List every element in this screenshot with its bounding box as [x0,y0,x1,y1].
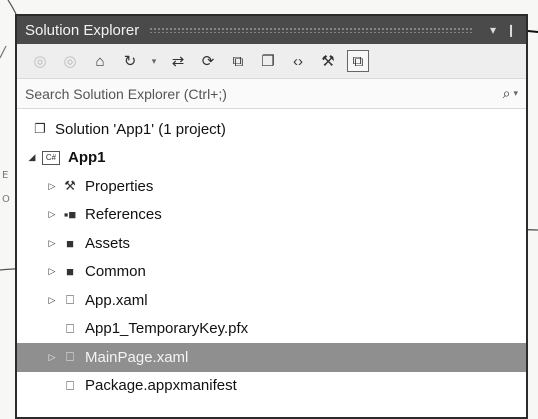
tree-item[interactable]: ⎕ App1_TemporaryKey.pfx [17,315,526,344]
tree-item[interactable]: ▷ ▪■ References [17,201,526,230]
left-top-curve [7,0,17,15]
expand-arrow-icon[interactable]: ▷ [45,181,59,192]
expand-arrow-icon[interactable]: ▷ [45,266,59,277]
search-options-chevron-icon[interactable]: ▾ [513,88,518,99]
item-type-icon: ⚒ [64,178,76,194]
sync-icon[interactable]: ↻ [119,50,141,72]
item-type-icon: ■ [66,264,74,280]
item-type-icon: ▪■ [63,207,77,223]
preview-icon[interactable]: ⧉ [347,50,369,72]
tree-item-label: Properties [85,177,154,195]
item-type-icon: ❐ [34,121,46,137]
tree-item[interactable]: ◢ C# App1 [17,144,526,173]
forward-icon[interactable]: ◎ [59,50,81,72]
expand-arrow-icon[interactable]: ▷ [45,295,59,306]
item-type-icon: ⎕ [66,377,74,393]
tree-item[interactable]: ▷ ■ Assets [17,229,526,258]
search-icon[interactable]: ⌕ [503,85,511,102]
item-type-icon: C# [42,150,60,165]
expand-arrow-icon[interactable]: ▷ [45,238,59,249]
tree-item-label: App.xaml [85,291,148,309]
item-type-icon: ⎕ [66,349,74,365]
item-type-icon: ⎕ [66,320,74,336]
view-code-icon[interactable]: ‹› [287,50,309,72]
tree-item-label: Assets [85,234,131,252]
expand-arrow-icon[interactable]: ▷ [45,352,59,363]
title-bar[interactable]: Solution Explorer ▾ ❙ [17,16,526,44]
solution-tree: ❐ Solution 'App1' (1 project) ◢ C# App1 ▷ ⚒ Pro… [17,109,526,400]
expand-arrow-icon[interactable]: ◢ [25,152,39,163]
tree-item-label: App1 [68,149,106,167]
back-icon[interactable]: ◎ [29,50,51,72]
tree-item-label: Solution 'App1' (1 project) [55,120,226,138]
tree-item-label: MainPage.xaml [85,348,189,366]
pending-changes-icon[interactable]: ⇄ [167,50,189,72]
window-options-icon[interactable]: ▾ [484,23,502,37]
tree-item[interactable]: ▷ ⚒ Properties [17,172,526,201]
refresh-icon[interactable]: ⟳ [197,50,219,72]
toolbar: ◎ ◎ ⌂ ↻ ▾ ⇄ ⟳ ⧉ ❐ ‹› ⚒ ⧉ [17,44,526,79]
search-input[interactable] [25,85,503,102]
solution-explorer-window: Solution Explorer ▾ ❙ ◎◎⌂↻▾⇄⟳⧉❐‹›⚒⧉ ⌕ ▾ … [15,14,528,419]
tree-item-label: Common [85,263,146,281]
collapse-all-icon[interactable]: ⧉ [227,50,249,72]
search-bar: ⌕ ▾ [17,79,526,109]
tree-item-label: Package.appxmanifest [85,377,237,395]
tree-item-label: App1_TemporaryKey.pfx [85,320,249,338]
item-type-icon: ■ [66,235,74,251]
pushpin-icon[interactable]: ❙ [502,23,520,37]
title-grip [149,27,474,33]
show-all-files-icon[interactable]: ❐ [257,50,279,72]
margin-annotation-text: O [2,194,10,205]
tree-item[interactable]: ▷ ⎕ App.xaml [17,286,526,315]
tree-item[interactable]: ▷ ⎕ MainPage.xaml [17,343,526,372]
tree-item[interactable]: ⎕ Package.appxmanifest [17,372,526,401]
home-icon[interactable]: ⌂ [89,50,111,72]
sync-dropdown-chevron-icon[interactable]: ▾ [149,50,159,72]
window-title: Solution Explorer [25,21,140,39]
tree-item[interactable]: ❐ Solution 'App1' (1 project) [17,115,526,144]
tree-item[interactable]: ▷ ■ Common [17,258,526,287]
expand-arrow-icon[interactable]: ▷ [45,209,59,220]
properties-icon[interactable]: ⚒ [317,50,339,72]
margin-annotation-text: E [2,170,9,181]
left-top-stroke [0,45,7,59]
tree-item-label: References [85,206,162,224]
item-type-icon: ⎕ [66,292,74,308]
